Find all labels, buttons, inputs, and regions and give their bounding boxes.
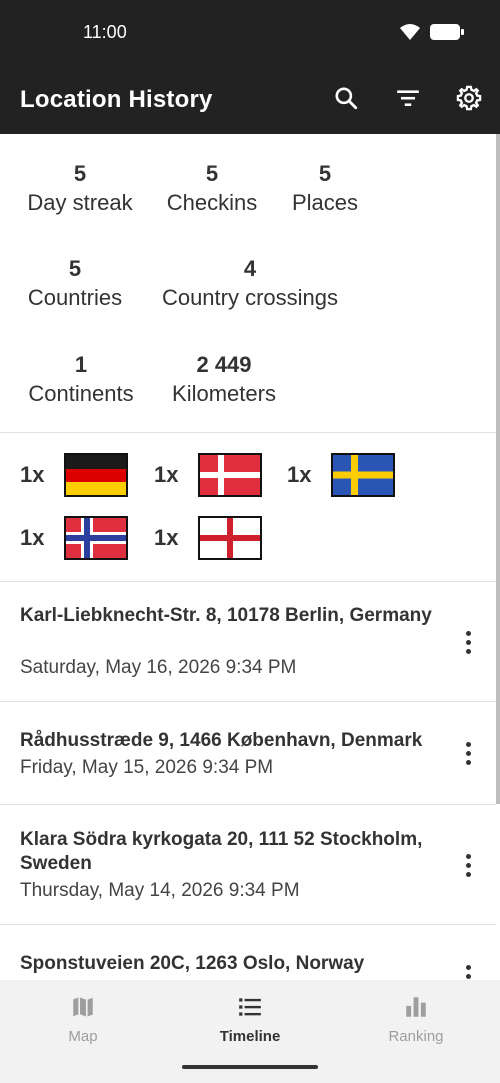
scrollbar[interactable] xyxy=(496,134,500,804)
flag-count: 1x xyxy=(20,462,45,487)
flag-count: 1x xyxy=(287,462,312,487)
denmark-flag xyxy=(198,453,262,497)
stat-countries: 5 Countries xyxy=(20,255,130,313)
nav-item-timeline[interactable]: Timeline xyxy=(190,994,310,1045)
filter-icon xyxy=(395,85,421,116)
list-item[interactable]: Karl-Liebknecht-Str. 8, 10178 Berlin, Ge… xyxy=(0,582,496,701)
more-vert-icon-dot xyxy=(465,759,471,765)
more-vert-icon-dot xyxy=(465,862,471,868)
more-vert-icon-dot xyxy=(465,648,471,654)
wifi-icon xyxy=(398,22,422,47)
history-address: Rådhusstræde 9, 1466 København, Denmark xyxy=(20,730,423,751)
list-item[interactable]: Sponstuveien 20C, 1263 Oslo, Norway xyxy=(0,925,496,980)
stat-day-streak: 5 Day streak xyxy=(20,160,140,218)
more-vert-icon-dot xyxy=(465,973,471,979)
stat-label: Places xyxy=(291,190,359,215)
status-bar: 11:00 xyxy=(0,0,500,66)
history-date: Friday, May 15, 2026 9:34 PM xyxy=(20,757,274,778)
stat-label: Day streak xyxy=(27,190,133,215)
flag-item: 1x xyxy=(287,453,395,497)
divider xyxy=(0,432,496,433)
search-button[interactable] xyxy=(330,84,362,116)
battery-icon xyxy=(430,23,464,46)
home-indicator[interactable] xyxy=(182,1065,318,1069)
flag-item: 1x xyxy=(20,516,128,560)
stat-label: Countries xyxy=(27,285,123,310)
nav-label: Map xyxy=(68,1028,98,1045)
stat-label: Checkins xyxy=(166,190,258,215)
stat-country-crossings: 4 Country crossings xyxy=(150,255,350,313)
stat-value: 2 449 xyxy=(196,352,252,377)
history-date: Saturday, May 16, 2026 9:34 PM xyxy=(20,657,297,678)
nav-item-map[interactable]: Map xyxy=(23,994,143,1045)
stat-label: Continents xyxy=(28,381,134,406)
stat-value: 4 xyxy=(243,256,257,281)
stat-value: 5 xyxy=(68,256,82,281)
stat-value: 5 xyxy=(205,161,219,186)
flag-count: 1x xyxy=(154,462,179,487)
more-vert-icon-dot xyxy=(465,871,471,877)
sweden-flag xyxy=(331,453,395,497)
germany-flag xyxy=(64,453,128,497)
flag-item: 1x xyxy=(20,453,128,497)
gear-icon xyxy=(455,84,483,117)
stat-label: Country crossings xyxy=(161,285,339,310)
list-item[interactable]: Klara Södra kyrkogata 20, 111 52 Stockho… xyxy=(0,805,496,924)
more-options-button[interactable] xyxy=(456,627,480,657)
status-icons xyxy=(398,22,464,47)
flag-count: 1x xyxy=(154,525,179,550)
page-title: Location History xyxy=(20,86,213,113)
status-time: 11:00 xyxy=(83,22,127,42)
more-vert-icon-dot xyxy=(465,639,471,645)
more-vert-icon-dot xyxy=(465,750,471,756)
search-icon xyxy=(333,85,359,116)
nav-item-ranking[interactable]: Ranking xyxy=(356,994,476,1045)
history-date: Thursday, May 14, 2026 9:34 PM xyxy=(20,880,300,901)
list-item[interactable]: Rådhusstræde 9, 1466 København, Denmark … xyxy=(0,702,496,804)
england-flag xyxy=(198,516,262,560)
list-icon xyxy=(190,994,310,1020)
more-vert-icon xyxy=(465,964,471,970)
history-address: Sponstuveien 20C, 1263 Oslo, Norway xyxy=(20,953,365,974)
nav-label: Timeline xyxy=(219,1028,281,1045)
more-options-button[interactable] xyxy=(456,961,480,980)
history-address: Karl-Liebknecht-Str. 8, 10178 Berlin, Ge… xyxy=(20,605,432,626)
stat-label: Kilometers xyxy=(172,381,276,406)
stat-places: 5 Places xyxy=(285,160,365,218)
flag-item: 1x xyxy=(154,453,262,497)
flag-count: 1x xyxy=(20,525,45,550)
more-options-button[interactable] xyxy=(456,738,480,768)
filter-button[interactable] xyxy=(392,84,424,116)
stat-continents: 1 Continents xyxy=(20,351,142,409)
flag-item: 1x xyxy=(154,516,262,560)
more-options-button[interactable] xyxy=(456,850,480,880)
stat-value: 1 xyxy=(74,352,88,377)
bar-chart-icon xyxy=(356,994,476,1020)
nav-label: Ranking xyxy=(388,1028,444,1045)
stat-kilometers: 2 449 Kilometers xyxy=(162,351,286,409)
more-vert-icon xyxy=(465,853,471,859)
map-icon xyxy=(23,994,143,1020)
settings-button[interactable] xyxy=(453,84,485,116)
more-vert-icon xyxy=(465,741,471,747)
stat-value: 5 xyxy=(318,161,332,186)
norway-flag xyxy=(64,516,128,560)
more-vert-icon xyxy=(465,630,471,636)
history-address: Klara Södra kyrkogata 20, 111 52 Stockho… xyxy=(20,829,423,874)
stat-checkins: 5 Checkins xyxy=(160,160,264,218)
app-bar: Location History xyxy=(0,66,500,134)
stat-value: 5 xyxy=(73,161,87,186)
